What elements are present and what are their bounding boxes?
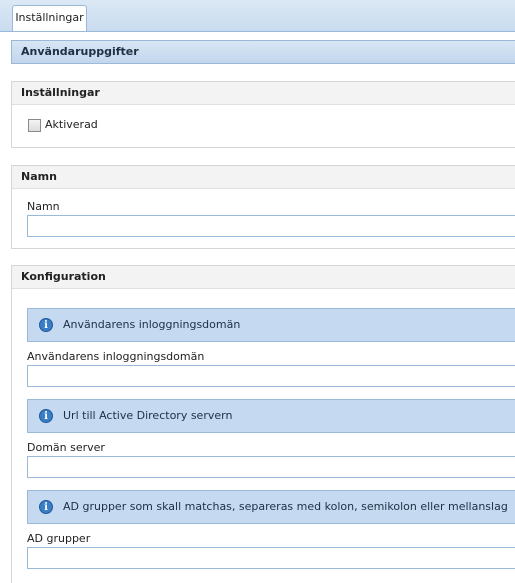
- server-field-label: Domän server: [27, 441, 105, 454]
- settings-panel-title: Inställningar: [12, 82, 515, 105]
- name-input[interactable]: [27, 215, 515, 237]
- activated-checkbox[interactable]: [28, 119, 41, 132]
- groups-field-label: AD grupper: [27, 532, 91, 545]
- tab-bar: Inställningar: [0, 0, 515, 32]
- page-title: Användaruppgifter: [11, 40, 515, 64]
- domain-info-banner: i Användarens inloggningsdomän: [27, 308, 515, 342]
- server-input[interactable]: [27, 456, 515, 478]
- activated-checkbox-label: Aktiverad: [45, 118, 98, 131]
- domain-info-text: Användarens inloggningsdomän: [63, 318, 241, 331]
- tab-installningar[interactable]: Inställningar: [12, 5, 87, 31]
- groups-info-banner: i AD grupper som skall matchas, separera…: [27, 490, 515, 524]
- domain-field-label: Användarens inloggningsdomän: [27, 350, 205, 363]
- domain-input[interactable]: [27, 365, 515, 387]
- server-info-text: Url till Active Directory servern: [63, 409, 233, 422]
- groups-info-text: AD grupper som skall matchas, separeras …: [63, 500, 508, 513]
- server-info-banner: i Url till Active Directory servern: [27, 399, 515, 433]
- info-icon: i: [39, 500, 53, 514]
- name-panel-title: Namn: [12, 166, 515, 189]
- name-panel: Namn Namn: [11, 165, 515, 249]
- config-panel-title: Konfiguration: [12, 266, 515, 289]
- groups-input[interactable]: [27, 547, 515, 569]
- name-field-label: Namn: [27, 200, 60, 213]
- config-panel: Konfiguration i Användarens inloggningsd…: [11, 265, 515, 583]
- info-icon: i: [39, 409, 53, 423]
- info-icon: i: [39, 318, 53, 332]
- settings-panel: Inställningar Aktiverad: [11, 81, 515, 148]
